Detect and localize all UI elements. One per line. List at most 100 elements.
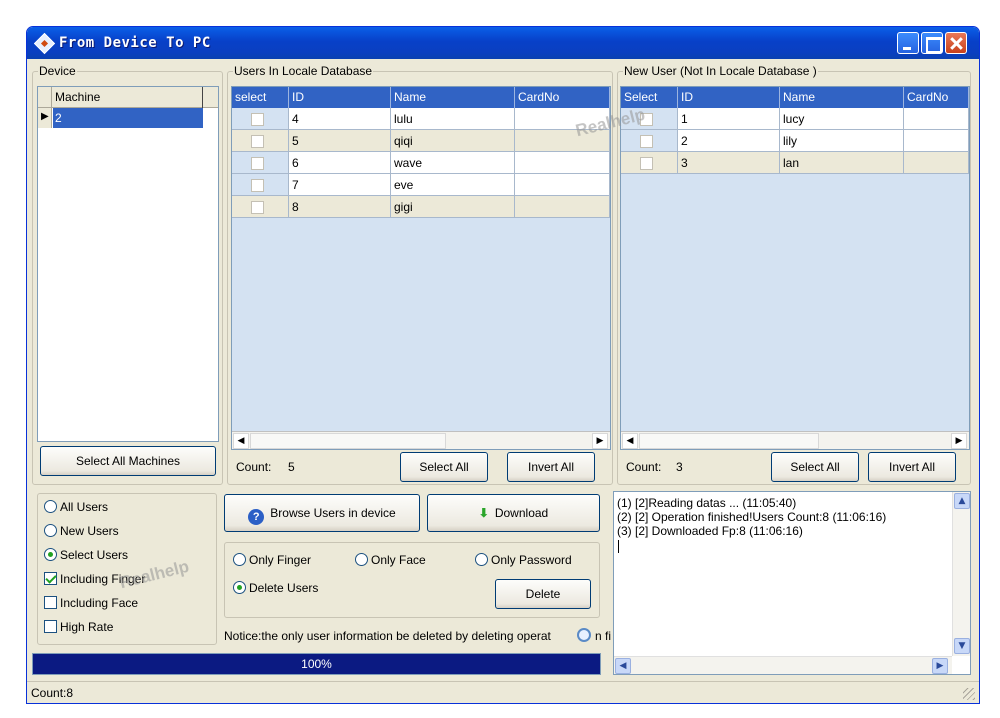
- scroll-thumb[interactable]: [250, 433, 446, 449]
- local-users-count-value: 5: [288, 460, 295, 474]
- scroll-right-button[interactable]: ▶: [592, 433, 608, 449]
- log-line: (2) [2] Operation finished!Users Count:8…: [617, 510, 887, 524]
- checkbox-box-checked: [44, 572, 57, 585]
- table-row[interactable]: 4 lulu: [232, 108, 610, 130]
- status-bar: Count:8: [27, 681, 979, 703]
- scroll-left-button[interactable]: ◀: [622, 433, 638, 449]
- only-face-label: Only Face: [371, 553, 426, 567]
- table-row[interactable]: 6 wave: [232, 152, 610, 174]
- new-users-label: New Users: [60, 524, 119, 538]
- row-checkbox[interactable]: [251, 157, 264, 170]
- scroll-right-button[interactable]: ▶: [932, 658, 948, 674]
- delete-options-group: Only Finger Only Face Only Password Dele…: [224, 542, 600, 618]
- status-text: Count:8: [31, 686, 74, 700]
- select-users-radio[interactable]: Select Users: [44, 548, 128, 562]
- radio-circle: [355, 553, 368, 566]
- new-users-legend: New User (Not In Locale Database ): [623, 64, 818, 78]
- new-users-radio[interactable]: New Users: [44, 524, 119, 538]
- table-row[interactable]: 5 qiqi: [232, 130, 610, 152]
- table-row[interactable]: 1 lucy: [621, 108, 969, 130]
- main-window: From Device To PC Device Machine ▶ 2 Sel…: [26, 26, 980, 704]
- all-users-radio[interactable]: All Users: [44, 500, 108, 514]
- row-id: 5: [289, 130, 391, 152]
- app-icon: [33, 32, 56, 55]
- scroll-left-button[interactable]: ◀: [233, 433, 249, 449]
- row-cardno: [515, 196, 610, 218]
- column-select[interactable]: Select: [621, 87, 678, 108]
- only-password-radio[interactable]: Only Password: [475, 553, 572, 567]
- table-row[interactable]: 3 lan: [621, 152, 969, 174]
- notice-text: Notice:the only user information be dele…: [224, 629, 551, 643]
- device-row[interactable]: ▶ 2: [38, 108, 203, 128]
- local-users-count-label: Count:: [236, 460, 272, 474]
- radio-circle-selected: [233, 581, 246, 594]
- row-id: 7: [289, 174, 391, 196]
- table-row[interactable]: 7 eve: [232, 174, 610, 196]
- column-name[interactable]: Name: [391, 87, 515, 108]
- new-users-horizontal-scrollbar[interactable]: ◀ ▶: [621, 431, 969, 449]
- browse-users-button[interactable]: ? Browse Users in device: [224, 494, 420, 532]
- download-arrow-icon: ⬇: [478, 506, 489, 520]
- row-name: lulu: [391, 108, 515, 130]
- scroll-down-button[interactable]: ▼: [954, 638, 970, 654]
- notice-tail: n fi: [595, 629, 612, 643]
- local-users-horizontal-scrollbar[interactable]: ◀ ▶: [232, 431, 610, 449]
- device-column-machine[interactable]: Machine: [53, 87, 203, 108]
- checkbox-box: [44, 596, 57, 609]
- new-users-grid: Select ID Name CardNo 1 lucy 2 lily 3 la…: [620, 86, 970, 450]
- row-checkbox[interactable]: [251, 113, 264, 126]
- only-finger-radio[interactable]: Only Finger: [233, 553, 311, 567]
- row-cardno: [515, 174, 610, 196]
- row-checkbox[interactable]: [640, 157, 653, 170]
- column-select[interactable]: select: [232, 87, 289, 108]
- high-rate-checkbox[interactable]: High Rate: [44, 620, 113, 634]
- only-finger-label: Only Finger: [249, 553, 312, 567]
- row-checkbox[interactable]: [251, 179, 264, 192]
- new-select-all-button[interactable]: Select All: [771, 452, 859, 482]
- row-checkbox[interactable]: [640, 135, 653, 148]
- row-name: eve: [391, 174, 515, 196]
- select-all-machines-button[interactable]: Select All Machines: [40, 446, 216, 476]
- row-id: 2: [678, 130, 780, 152]
- download-button[interactable]: ⬇ Download: [427, 494, 600, 532]
- resize-grip-icon[interactable]: [963, 688, 975, 700]
- log-panel[interactable]: (1) [2]Reading datas ... (11:05:40) (2) …: [613, 491, 971, 675]
- only-face-radio[interactable]: Only Face: [355, 553, 426, 567]
- device-group: Device Machine ▶ 2 Select All Machines: [32, 64, 223, 485]
- all-users-label: All Users: [60, 500, 109, 514]
- scroll-right-button[interactable]: ▶: [951, 433, 967, 449]
- row-id: 1: [678, 108, 780, 130]
- log-horizontal-scrollbar[interactable]: ◀ ▶: [614, 656, 952, 674]
- scroll-thumb[interactable]: [639, 433, 819, 449]
- local-select-all-button[interactable]: Select All: [400, 452, 488, 482]
- scroll-left-button[interactable]: ◀: [615, 658, 631, 674]
- row-name: lily: [780, 130, 904, 152]
- table-row[interactable]: 8 gigi: [232, 196, 610, 218]
- maximize-button[interactable]: [921, 32, 943, 54]
- local-invert-all-button[interactable]: Invert All: [507, 452, 595, 482]
- including-face-checkbox[interactable]: Including Face: [44, 596, 138, 610]
- window-title: From Device To PC: [59, 35, 211, 51]
- browse-users-label: Browse Users in device: [270, 506, 396, 520]
- column-id[interactable]: ID: [678, 87, 780, 108]
- log-vertical-scrollbar[interactable]: ▲ ▼: [952, 492, 970, 656]
- close-button[interactable]: [945, 32, 967, 54]
- row-checkbox[interactable]: [251, 135, 264, 148]
- row-checkbox[interactable]: [251, 201, 264, 214]
- local-users-grid-header: select ID Name CardNo: [232, 87, 610, 108]
- column-cardno[interactable]: CardNo: [904, 87, 969, 108]
- minimize-button[interactable]: [897, 32, 919, 54]
- delete-button[interactable]: Delete: [495, 579, 591, 609]
- row-cardno: [904, 152, 969, 174]
- row-select-cell: [232, 108, 289, 130]
- column-cardno[interactable]: CardNo: [515, 87, 610, 108]
- table-row[interactable]: 2 lily: [621, 130, 969, 152]
- device-grid-header: Machine: [38, 87, 218, 108]
- column-name[interactable]: Name: [780, 87, 904, 108]
- delete-users-radio[interactable]: Delete Users: [233, 581, 318, 595]
- column-id[interactable]: ID: [289, 87, 391, 108]
- row-select-cell: [232, 152, 289, 174]
- row-select-cell: [621, 152, 678, 174]
- new-invert-all-button[interactable]: Invert All: [868, 452, 956, 482]
- scroll-up-button[interactable]: ▲: [954, 493, 970, 509]
